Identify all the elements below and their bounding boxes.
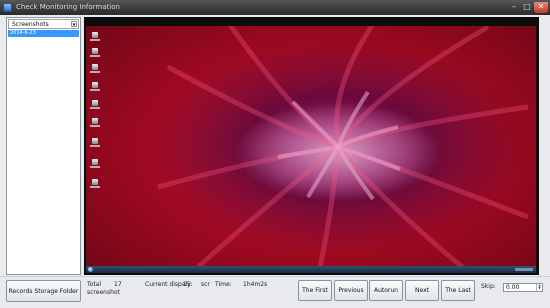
screenshots-dropdown[interactable]: Screenshots ▼ [8, 19, 79, 29]
desktop-icon [89, 48, 101, 60]
time-value: 1h4m2s [243, 281, 268, 288]
first-button[interactable]: The First [298, 280, 332, 301]
app-icon [3, 3, 12, 12]
captured-taskbar [86, 266, 536, 273]
next-button[interactable]: Next [405, 280, 439, 301]
date-list-item[interactable]: 2014-6-23 [8, 30, 79, 37]
chevron-down-icon[interactable]: ▼ [71, 21, 77, 27]
desktop-icon [89, 82, 101, 94]
current-display-unit: scr [201, 281, 210, 288]
screenshot-unit-label: screenshot [87, 289, 120, 296]
desktop-icon [89, 159, 101, 171]
skip-spinner[interactable]: ▲ ▼ [536, 284, 542, 291]
desktop-icon [89, 179, 101, 191]
close-button[interactable]: ✕ [534, 2, 548, 13]
desktop-icon [89, 100, 101, 112]
spin-down-icon[interactable]: ▼ [537, 287, 542, 290]
desktop-icon [89, 64, 101, 76]
current-display-value: 15 [183, 281, 191, 288]
time-label: Time: [215, 281, 232, 288]
screenshot-viewer [84, 17, 539, 275]
skip-input[interactable]: 0.00 ▲ ▼ [503, 283, 543, 292]
window-title: Check Monitoring Information [16, 3, 120, 11]
autorun-button[interactable]: Autorun [369, 280, 403, 301]
minimize-button[interactable]: – [508, 2, 520, 13]
title-bar: Check Monitoring Information – □ ✕ [0, 0, 550, 15]
records-storage-folder-button[interactable]: Records Storage Folder [6, 280, 81, 302]
flower-wallpaper [157, 26, 529, 273]
maximize-button[interactable]: □ [521, 2, 533, 13]
desktop-icon [89, 138, 101, 150]
monitoring-window: Check Monitoring Information – □ ✕ Scree… [0, 0, 550, 308]
total-value: 17 [114, 281, 122, 288]
screenshot-sidebar: Screenshots ▼ 2014-6-23 [6, 17, 81, 275]
previous-button[interactable]: Previous [334, 280, 368, 301]
last-button[interactable]: The Last [441, 280, 475, 301]
total-label: Total [87, 281, 102, 288]
skip-label: Skip: [481, 283, 496, 290]
screenshot-image [86, 26, 536, 273]
desktop-icon [89, 32, 101, 44]
start-orb-icon [88, 267, 93, 272]
system-tray [515, 268, 533, 271]
skip-value: 0.00 [506, 284, 520, 291]
desktop-icon [89, 118, 101, 130]
dropdown-value: Screenshots [12, 21, 49, 28]
